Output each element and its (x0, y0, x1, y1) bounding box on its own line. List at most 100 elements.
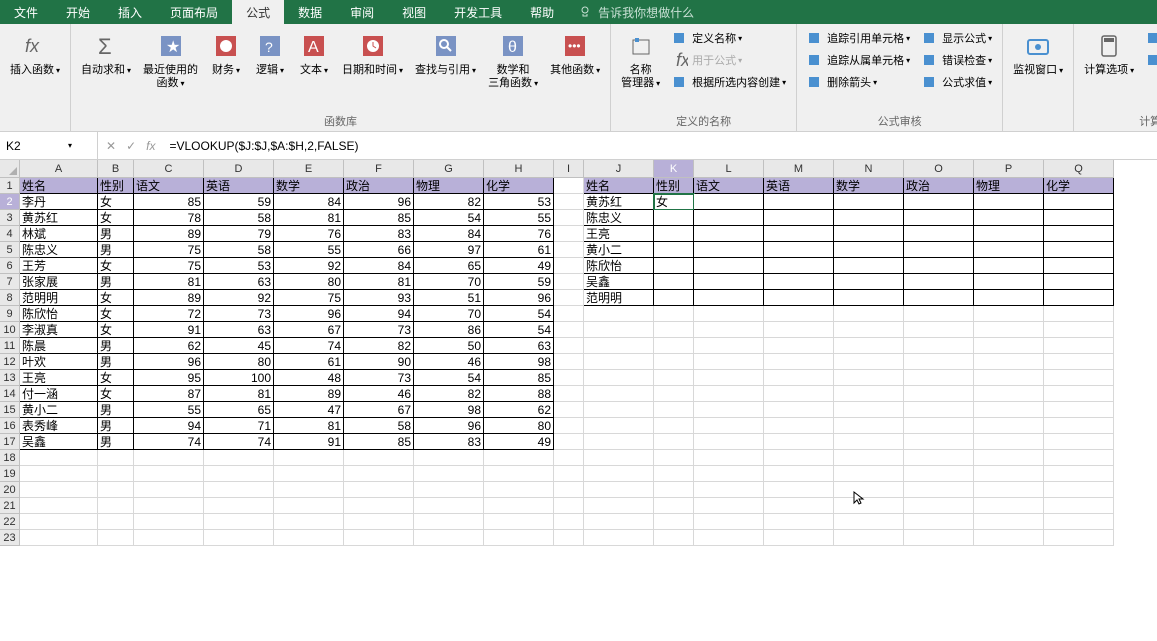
cell-B7[interactable]: 男 (98, 274, 134, 290)
cell-Q12[interactable] (1044, 354, 1114, 370)
cell-K11[interactable] (654, 338, 694, 354)
name-box[interactable]: ▾ (0, 132, 98, 159)
cell-A23[interactable] (20, 530, 98, 546)
cell-D23[interactable] (204, 530, 274, 546)
cell-P4[interactable] (974, 226, 1044, 242)
cell-L20[interactable] (694, 482, 764, 498)
cell-F9[interactable]: 94 (344, 306, 414, 322)
cell-K23[interactable] (654, 530, 694, 546)
cell-P16[interactable] (974, 418, 1044, 434)
cell-N13[interactable] (834, 370, 904, 386)
cell-M12[interactable] (764, 354, 834, 370)
cell-M14[interactable] (764, 386, 834, 402)
cell-D9[interactable]: 73 (204, 306, 274, 322)
cell-A14[interactable]: 付一涵 (20, 386, 98, 402)
cell-J21[interactable] (584, 498, 654, 514)
cell-B1[interactable]: 性别 (98, 178, 134, 194)
row-header-15[interactable]: 15 (0, 402, 20, 418)
cell-J2[interactable]: 黄苏红 (584, 194, 654, 210)
cell-M8[interactable] (764, 290, 834, 306)
cell-B6[interactable]: 女 (98, 258, 134, 274)
ribbon-small-追踪从属单元格[interactable]: 追踪从属单元格▾ (803, 50, 914, 70)
cell-Q1[interactable]: 化学 (1044, 178, 1114, 194)
cell-K12[interactable] (654, 354, 694, 370)
cell-C14[interactable]: 87 (134, 386, 204, 402)
ribbon-btn-star[interactable]: ★最近使用的 函数▾ (139, 28, 202, 92)
cell-G10[interactable]: 86 (414, 322, 484, 338)
row-header-4[interactable]: 4 (0, 226, 20, 242)
cell-B12[interactable]: 男 (98, 354, 134, 370)
cell-B15[interactable]: 男 (98, 402, 134, 418)
cell-I7[interactable] (554, 274, 584, 290)
cell-C19[interactable] (134, 466, 204, 482)
cell-E4[interactable]: 76 (274, 226, 344, 242)
cell-M16[interactable] (764, 418, 834, 434)
row-header-19[interactable]: 19 (0, 466, 20, 482)
col-header-N[interactable]: N (834, 160, 904, 178)
cell-F17[interactable]: 85 (344, 434, 414, 450)
cell-O6[interactable] (904, 258, 974, 274)
cell-C3[interactable]: 78 (134, 210, 204, 226)
cell-J11[interactable] (584, 338, 654, 354)
cell-G7[interactable]: 70 (414, 274, 484, 290)
cell-M5[interactable] (764, 242, 834, 258)
cell-C1[interactable]: 语文 (134, 178, 204, 194)
cell-N19[interactable] (834, 466, 904, 482)
cell-F19[interactable] (344, 466, 414, 482)
cell-C10[interactable]: 91 (134, 322, 204, 338)
cell-F4[interactable]: 83 (344, 226, 414, 242)
cell-F15[interactable]: 67 (344, 402, 414, 418)
cell-H4[interactable]: 76 (484, 226, 554, 242)
cell-F5[interactable]: 66 (344, 242, 414, 258)
cell-M18[interactable] (764, 450, 834, 466)
row-header-18[interactable]: 18 (0, 450, 20, 466)
cell-D4[interactable]: 79 (204, 226, 274, 242)
cell-L4[interactable] (694, 226, 764, 242)
cell-L13[interactable] (694, 370, 764, 386)
ribbon-btn-clock[interactable]: 日期和时间▾ (338, 28, 407, 79)
menu-公式[interactable]: 公式 (232, 0, 284, 24)
cell-I20[interactable] (554, 482, 584, 498)
cell-H11[interactable]: 63 (484, 338, 554, 354)
cell-I14[interactable] (554, 386, 584, 402)
cell-I13[interactable] (554, 370, 584, 386)
cell-L6[interactable] (694, 258, 764, 274)
cell-E18[interactable] (274, 450, 344, 466)
col-header-M[interactable]: M (764, 160, 834, 178)
cell-D2[interactable]: 59 (204, 194, 274, 210)
cell-K18[interactable] (654, 450, 694, 466)
cell-B9[interactable]: 女 (98, 306, 134, 322)
cell-E21[interactable] (274, 498, 344, 514)
cell-D14[interactable]: 81 (204, 386, 274, 402)
row-header-9[interactable]: 9 (0, 306, 20, 322)
cell-C12[interactable]: 96 (134, 354, 204, 370)
cell-C6[interactable]: 75 (134, 258, 204, 274)
col-header-B[interactable]: B (98, 160, 134, 178)
menu-文件[interactable]: 文件 (0, 0, 52, 24)
cell-A10[interactable]: 李淑真 (20, 322, 98, 338)
cell-M11[interactable] (764, 338, 834, 354)
cell-H15[interactable]: 62 (484, 402, 554, 418)
ribbon-btn-name[interactable]: 名称 管理器▾ (617, 28, 664, 92)
cell-M4[interactable] (764, 226, 834, 242)
cell-M20[interactable] (764, 482, 834, 498)
cell-A11[interactable]: 陈晨 (20, 338, 98, 354)
cell-O12[interactable] (904, 354, 974, 370)
cell-L16[interactable] (694, 418, 764, 434)
cell-N2[interactable] (834, 194, 904, 210)
cancel-formula-icon[interactable]: ✕ (106, 139, 116, 153)
menu-帮助[interactable]: 帮助 (516, 0, 568, 24)
cell-L17[interactable] (694, 434, 764, 450)
cell-D5[interactable]: 58 (204, 242, 274, 258)
cell-M15[interactable] (764, 402, 834, 418)
cell-I16[interactable] (554, 418, 584, 434)
cell-J15[interactable] (584, 402, 654, 418)
cell-G4[interactable]: 84 (414, 226, 484, 242)
col-header-D[interactable]: D (204, 160, 274, 178)
cell-K10[interactable] (654, 322, 694, 338)
cell-I11[interactable] (554, 338, 584, 354)
cell-N21[interactable] (834, 498, 904, 514)
cell-Q14[interactable] (1044, 386, 1114, 402)
cell-G16[interactable]: 96 (414, 418, 484, 434)
cell-J3[interactable]: 陈忠义 (584, 210, 654, 226)
